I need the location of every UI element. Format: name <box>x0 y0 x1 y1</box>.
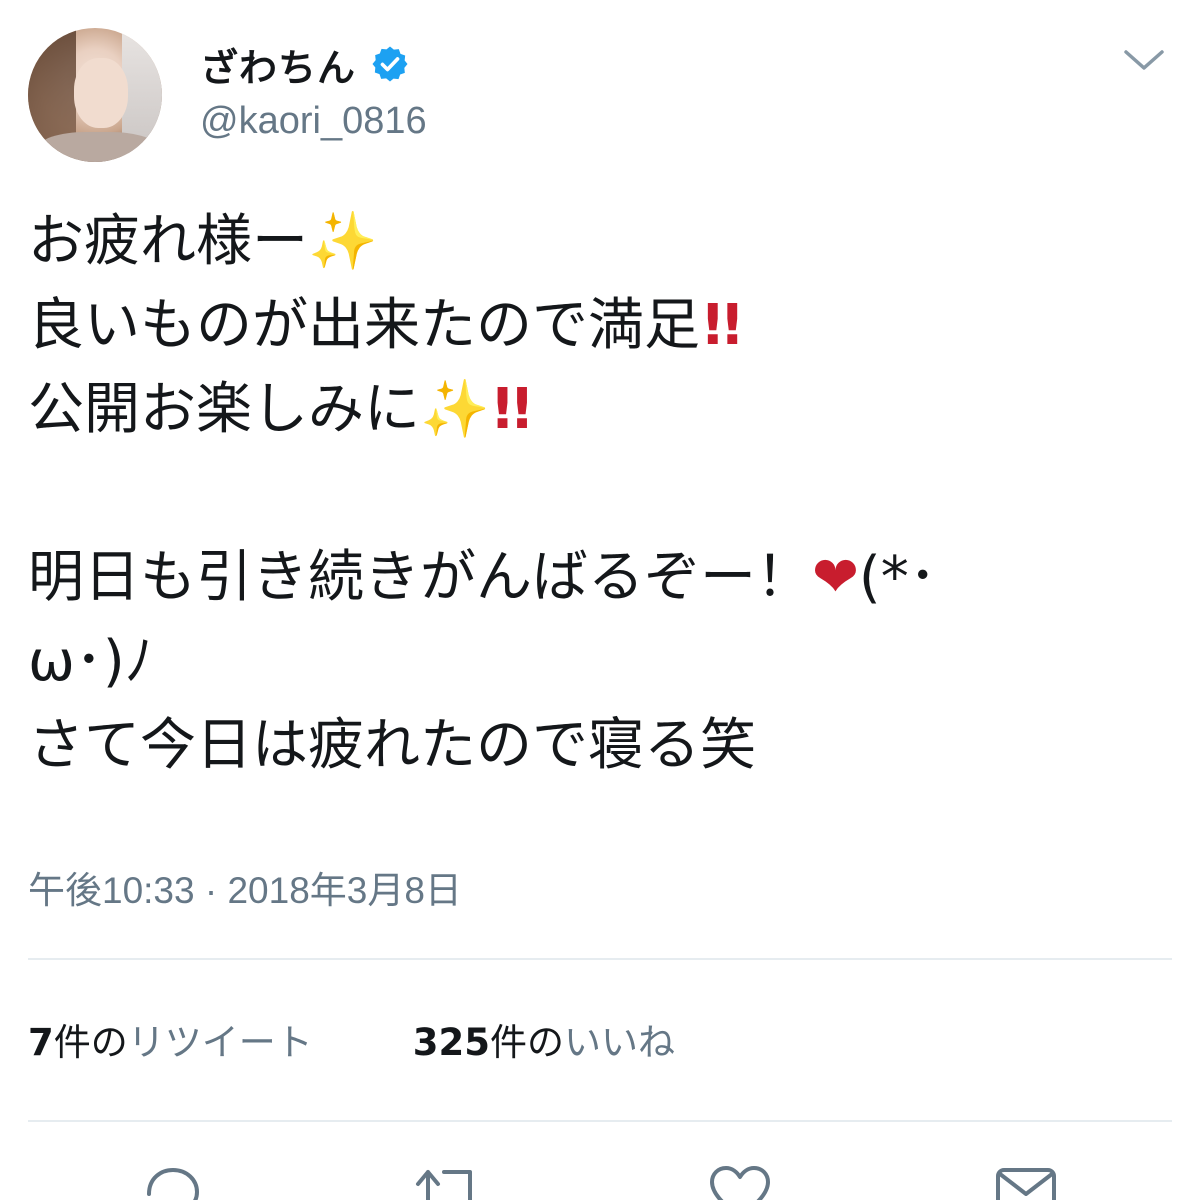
tweet-timestamp[interactable]: 午後10:33 · 2018年3月8日 <box>28 860 462 914</box>
retweet-count[interactable]: 7件のリツイート <box>28 1012 313 1066</box>
tweet-line: ω･)ﾉ <box>28 629 153 694</box>
double-exclamation-emoji: !! <box>489 377 535 442</box>
divider <box>28 1120 1172 1122</box>
divider <box>28 958 1172 960</box>
tweet-line: お疲れ様ー✨ <box>28 209 378 274</box>
tweet-actions <box>0 1150 1200 1200</box>
retweet-icon[interactable] <box>412 1160 484 1200</box>
avatar-face <box>74 58 128 128</box>
tweet-line: 公開お楽しみに✨!! <box>28 377 535 442</box>
display-name[interactable]: ざわちん <box>200 37 356 92</box>
reply-icon[interactable] <box>135 1160 207 1200</box>
sparkles-emoji: ✨ <box>420 377 490 442</box>
avatar[interactable] <box>28 28 162 162</box>
verified-badge-icon <box>372 46 408 82</box>
tweet-line: さて今日は疲れたので寝る笑 <box>28 713 756 778</box>
kaomoji-start: (*･ <box>858 545 937 610</box>
double-exclamation-emoji: !! <box>700 293 745 358</box>
sparkles-emoji: ✨ <box>308 209 378 274</box>
avatar-shirt <box>38 132 158 162</box>
chevron-down-icon[interactable] <box>1118 40 1170 80</box>
share-icon[interactable] <box>990 1160 1062 1200</box>
tweet-line: 明日も引き続きがんばるぞー！❤(*･ <box>28 545 937 610</box>
like-count[interactable]: 325件のいいね <box>413 1012 675 1066</box>
heart-emoji: ❤ <box>812 545 859 610</box>
tweet-stats: 7件のリツイート 325件のいいね <box>28 1012 675 1066</box>
heart-icon[interactable] <box>704 1160 776 1200</box>
tweet-text: お疲れ様ー✨ 良いものが出来たので満足!! 公開お楽しみに✨!! 明日も引き続き… <box>28 200 1178 788</box>
user-handle[interactable]: @kaori_0816 <box>200 100 427 143</box>
user-name-row[interactable]: ざわちん <box>200 36 410 92</box>
tweet-line: 良いものが出来たので満足!! <box>28 293 745 358</box>
